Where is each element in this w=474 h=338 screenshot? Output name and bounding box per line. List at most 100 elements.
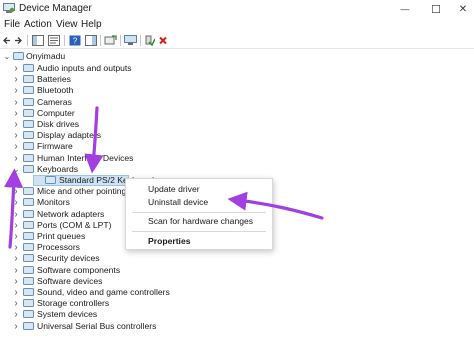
tree-item-label: Keyboards [37, 163, 79, 174]
sound-icon [23, 288, 34, 296]
tree-item-label: Display adapters [37, 130, 102, 141]
keyboard-icon [23, 164, 34, 173]
chevron-right-icon[interactable]: › [12, 130, 20, 141]
forward-arrow-icon[interactable] [13, 34, 23, 47]
tree-item-label: Bluetooth [37, 85, 74, 96]
tree-item-label: Security devices [37, 253, 100, 264]
tree-category-item[interactable]: › Security devices [0, 253, 474, 264]
tree-item-label: Computer [37, 107, 75, 118]
cpu-icon [23, 243, 34, 252]
window-title: Device Manager [19, 3, 92, 14]
tree-category-item[interactable]: › Computer [0, 108, 474, 119]
tree-category-item[interactable]: › System devices [0, 309, 474, 320]
tree-category-item[interactable]: › Audio inputs and outputs [0, 63, 474, 74]
tree-item-label: Audio inputs and outputs [37, 63, 132, 73]
tree-root[interactable]: ⌄ Onyimadu [0, 51, 474, 62]
minimize-icon: — [400, 4, 410, 14]
menu-action[interactable]: Action [24, 18, 52, 32]
toolbar-divider [140, 35, 141, 46]
tree-item-label: Processors [37, 242, 80, 253]
storage-icon [23, 299, 34, 308]
chevron-right-icon[interactable]: › [12, 265, 20, 276]
menu-help[interactable]: Help [81, 18, 102, 32]
tree-item-label: Network adapters [37, 208, 105, 219]
scan-hardware-changes-item[interactable]: Scan for hardware changes [126, 215, 272, 227]
chevron-right-icon[interactable]: › [12, 119, 20, 130]
chevron-right-icon[interactable]: › [12, 309, 20, 320]
tree-category-item[interactable]: › Software components [0, 265, 474, 276]
tree-item-label: Firmware [37, 141, 73, 152]
chevron-right-icon[interactable]: › [12, 231, 20, 242]
properties-sheet-icon[interactable] [48, 34, 60, 47]
toolbar-divider [64, 35, 65, 46]
title-bar: Device Manager — ☐ ✕ [0, 0, 474, 18]
battery-icon [23, 75, 34, 84]
chevron-down-icon[interactable]: ⌄ [12, 164, 20, 175]
toolbar: ? [0, 32, 474, 49]
menu-view[interactable]: View [56, 18, 78, 32]
tree-item-label: Print queues [37, 231, 86, 241]
action-pane-icon[interactable] [85, 34, 97, 47]
properties-item[interactable]: Properties [126, 235, 272, 247]
tree-category-item[interactable]: › Bluetooth [0, 85, 474, 96]
tree-category-item[interactable]: › Display adapters [0, 130, 474, 141]
help-icon[interactable]: ? [69, 34, 81, 47]
toolbar-divider [100, 35, 101, 46]
chevron-right-icon[interactable]: › [12, 108, 20, 119]
maximize-icon: ☐ [431, 3, 441, 16]
chevron-right-icon[interactable]: › [12, 97, 20, 108]
close-button[interactable]: ✕ [452, 0, 474, 18]
display-icon [23, 131, 34, 140]
chevron-right-icon[interactable]: › [12, 85, 20, 96]
system-icon [23, 310, 34, 319]
tree-category-item[interactable]: › Sound, video and game controllers [0, 287, 474, 298]
tree-category-item[interactable]: › Cameras [0, 97, 474, 108]
keyboard-icon [45, 176, 56, 184]
back-arrow-icon[interactable] [2, 34, 12, 47]
tree-category-item[interactable]: › Batteries [0, 74, 474, 85]
chevron-right-icon[interactable]: › [12, 253, 20, 264]
tree-category-item[interactable]: › Software devices [0, 276, 474, 287]
menu-divider [132, 231, 266, 232]
update-driver-item[interactable]: Update driver [126, 183, 272, 195]
chip-icon [23, 142, 34, 151]
tree-category-item[interactable]: › Human Interface Devices [0, 153, 474, 164]
chevron-right-icon[interactable]: › [12, 63, 20, 74]
tree-category-item[interactable]: › Universal Serial Bus controllers [0, 321, 474, 332]
uninstall-device-item[interactable]: Uninstall device [126, 196, 272, 208]
chevron-right-icon[interactable]: › [12, 321, 20, 332]
minimize-button[interactable]: — [392, 0, 418, 18]
chevron-right-icon[interactable]: › [12, 141, 20, 152]
tree-root-label: Onyimadu [26, 51, 66, 61]
chevron-right-icon[interactable]: › [12, 242, 20, 253]
usb-icon [23, 321, 34, 330]
toolbar-divider [27, 35, 28, 46]
chevron-right-icon[interactable]: › [12, 74, 20, 85]
chevron-right-icon[interactable]: › [12, 276, 20, 287]
tree-category-item[interactable]: › Disk drives [0, 119, 474, 130]
tree-item-label: Universal Serial Bus controllers [37, 320, 157, 331]
tree-category-item[interactable]: › Firmware [0, 141, 474, 152]
tree-item-label: Human Interface Devices [37, 152, 134, 163]
chevron-right-icon[interactable]: › [12, 287, 20, 298]
tree-item-label: Sound, video and game controllers [37, 287, 170, 297]
chevron-right-icon[interactable]: › [12, 209, 20, 220]
tree-category-item[interactable]: › Storage controllers [0, 298, 474, 309]
enable-device-icon[interactable] [145, 34, 155, 47]
chevron-right-icon[interactable]: › [12, 298, 20, 309]
chevron-down-icon[interactable]: ⌄ [3, 51, 11, 62]
tree-item-label: Ports (COM & LPT) [37, 219, 112, 230]
component-icon [23, 265, 34, 274]
update-driver-icon[interactable] [104, 34, 117, 47]
chevron-right-icon[interactable]: › [12, 186, 20, 197]
show-hide-tree-icon[interactable] [32, 34, 44, 47]
menu-file[interactable]: File [4, 18, 20, 32]
uninstall-device-icon[interactable] [158, 34, 168, 47]
scan-monitor-icon[interactable] [124, 34, 137, 47]
network-icon [23, 209, 34, 218]
chevron-right-icon[interactable]: › [12, 197, 20, 208]
tree-category-item[interactable]: ⌄ Keyboards [0, 164, 474, 175]
maximize-button[interactable]: ☐ [423, 0, 449, 18]
chevron-right-icon[interactable]: › [12, 153, 20, 164]
chevron-right-icon[interactable]: › [12, 220, 20, 231]
